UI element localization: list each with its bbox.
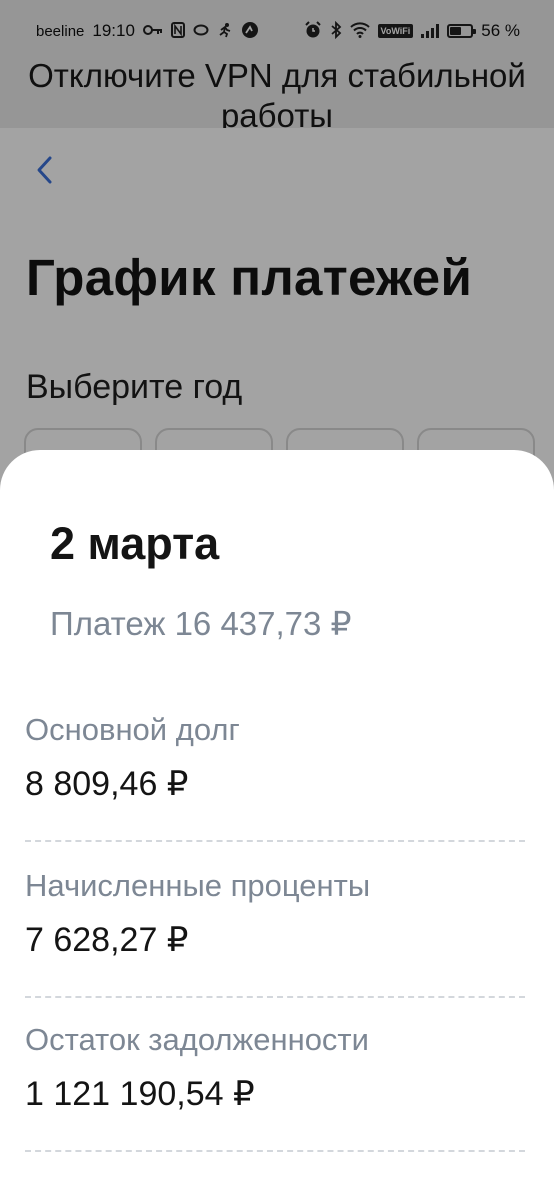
detail-value: 7 628,27 ₽ bbox=[25, 921, 189, 959]
detail-row-principal: Основной долг 8 809,46 ₽ bbox=[25, 712, 525, 842]
detail-label: Основной долг bbox=[25, 712, 240, 747]
detail-value: 1 121 190,54 ₽ bbox=[25, 1075, 255, 1113]
detail-row-balance: Остаток задолженности 1 121 190,54 ₽ bbox=[25, 1022, 525, 1152]
detail-label: Остаток задолженности bbox=[25, 1022, 369, 1057]
detail-row-interest: Начисленные проценты 7 628,27 ₽ bbox=[25, 868, 525, 998]
detail-value: 8 809,46 ₽ bbox=[25, 765, 189, 803]
payment-amount: Платеж 16 437,73 ₽ bbox=[50, 605, 352, 642]
detail-label: Начисленные проценты bbox=[25, 868, 371, 903]
screen: beeline 19:10 VoWiFi 56 % Отключите VPN … bbox=[0, 0, 554, 1200]
payment-details-sheet: 2 марта Платеж 16 437,73 ₽ Основной долг… bbox=[0, 450, 554, 1200]
payment-date: 2 марта bbox=[50, 518, 220, 569]
